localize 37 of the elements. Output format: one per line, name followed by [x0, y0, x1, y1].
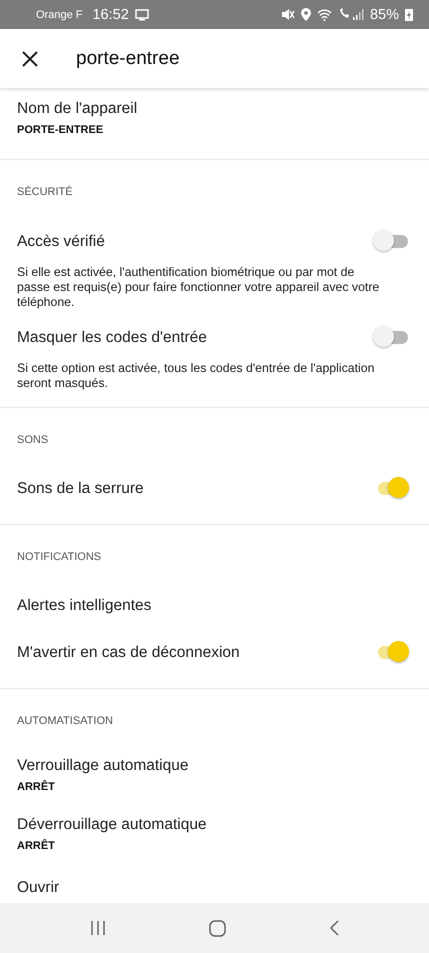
section-header: SONS	[16, 432, 50, 447]
toggle-switch[interactable]	[372, 325, 410, 350]
clock: 16:52	[92, 6, 129, 22]
screen-icon	[134, 8, 149, 20]
setting-label: Sons de la serrure	[17, 478, 144, 498]
page-title: porte-entree	[76, 48, 180, 70]
back-button[interactable]	[329, 920, 340, 936]
setting-value: ARRÊT	[17, 780, 56, 794]
setting-value: PORTE-ENTREE	[17, 122, 104, 136]
toggle-switch[interactable]	[372, 229, 410, 253]
section-header: SÉCURITÉ	[16, 184, 74, 199]
battery-level: 85%	[370, 6, 399, 22]
setting-description: Si cette option est activée, tous les codes d'entrée de l'application seront masqués.	[16, 361, 376, 392]
setting-label: Verrouillage automatique	[17, 756, 190, 776]
mute-icon	[280, 8, 295, 21]
home-button[interactable]	[208, 920, 226, 936]
close-button[interactable]	[20, 48, 40, 68]
setting-label[interactable]: Alertes intelligentes	[17, 596, 152, 615]
location-icon	[300, 8, 311, 21]
setting-label: M'avertir en cas de déconnexion	[17, 642, 240, 662]
setting-row[interactable]: Nom de l'appareil PORTE-ENTREE	[0, 88, 429, 147]
wifi-icon	[316, 8, 332, 20]
section-header: NOTIFICATIONS	[16, 550, 102, 564]
setting-label[interactable]: Ouvrir	[17, 878, 60, 897]
signal-icon	[338, 8, 364, 21]
setting-row[interactable]: Verrouillage automatique ARRÊT	[0, 746, 429, 805]
setting-label: Accès vérifié	[17, 232, 105, 250]
setting-description: Si elle est activée, l'authentification biométrique ou par mot de passe est requis(e) pour faire fonctionner votre appareil avec votre téléphone.	[16, 265, 380, 311]
setting-value: ARRÊT	[17, 839, 56, 854]
section-header: AUTOMATISATION	[16, 714, 114, 728]
recent-apps-button[interactable]	[90, 921, 106, 935]
setting-label: Déverrouillage automatique	[17, 815, 208, 834]
setting-label: Nom de l'appareil	[17, 98, 138, 118]
setting-label: Masquer les codes d'entrée	[17, 328, 207, 347]
setting-row[interactable]: Déverrouillage automatique ARRÊT	[0, 804, 429, 864]
battery-icon	[405, 8, 413, 21]
carrier-name: Orange F	[36, 8, 82, 20]
